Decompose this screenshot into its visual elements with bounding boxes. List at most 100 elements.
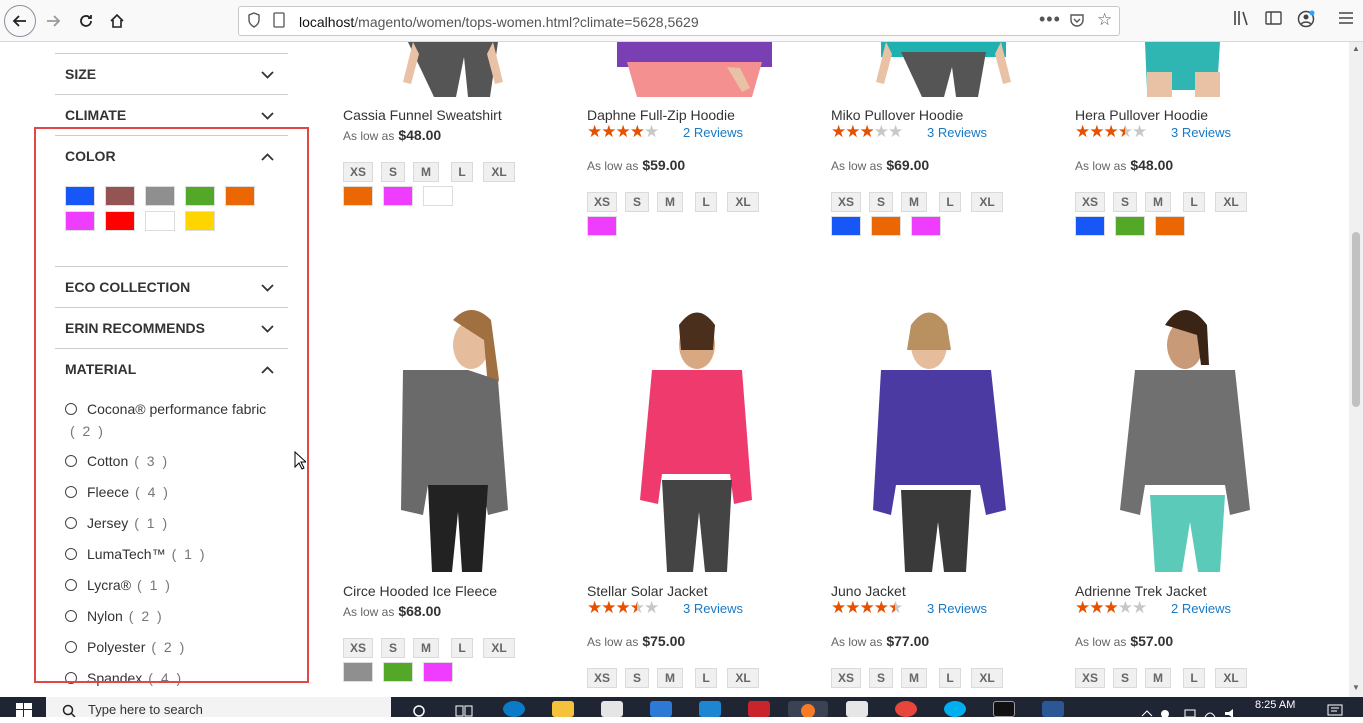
size-option[interactable]: S (869, 192, 893, 212)
home-button[interactable] (102, 6, 132, 36)
product-name[interactable]: Juno Jacket (831, 583, 906, 599)
product-name[interactable]: Miko Pullover Hoodie (831, 107, 963, 123)
product-color-swatch[interactable] (1155, 216, 1185, 236)
product-image-circe[interactable] (343, 310, 565, 572)
size-option[interactable]: XS (343, 162, 373, 182)
size-option[interactable]: XL (971, 668, 1003, 688)
color-swatch[interactable] (145, 211, 175, 231)
pocket-icon[interactable] (1069, 12, 1085, 32)
more-actions-icon[interactable]: ••• (1039, 9, 1061, 30)
material-option[interactable]: LumaTech™( 1 ) (65, 546, 206, 562)
filter-erin-recommends[interactable]: ERIN RECOMMENDS (55, 307, 288, 348)
size-option[interactable]: XS (1075, 192, 1105, 212)
cortana-icon[interactable] (408, 701, 430, 717)
radio-icon[interactable] (65, 403, 77, 415)
material-option[interactable]: Jersey( 1 ) (65, 515, 169, 531)
size-option[interactable]: XS (1075, 668, 1105, 688)
reviews-link[interactable]: 3 Reviews (927, 601, 987, 616)
material-option[interactable]: Polyester( 2 ) (65, 639, 186, 655)
word-icon[interactable] (1042, 701, 1064, 717)
skype-icon[interactable] (944, 701, 966, 717)
product-color-swatch[interactable] (383, 186, 413, 206)
size-option[interactable]: XS (343, 638, 373, 658)
size-option[interactable]: M (657, 668, 683, 688)
size-option[interactable]: M (901, 192, 927, 212)
material-option[interactable]: Cocona® performance fabric (65, 401, 266, 417)
size-option[interactable]: XS (587, 668, 617, 688)
color-swatch[interactable] (145, 186, 175, 206)
product-image-cassia[interactable] (343, 42, 565, 97)
windows-start-icon[interactable] (16, 703, 32, 722)
size-option[interactable]: L (451, 162, 473, 182)
back-button[interactable] (4, 5, 36, 37)
library-icon[interactable] (1233, 10, 1251, 31)
radio-icon[interactable] (65, 455, 77, 467)
size-option[interactable]: L (451, 638, 473, 658)
notifications-icon[interactable] (1327, 703, 1343, 721)
material-option[interactable]: Cotton( 3 ) (65, 453, 169, 469)
reviews-link[interactable]: 3 Reviews (683, 601, 743, 616)
product-color-swatch[interactable] (871, 216, 901, 236)
size-option[interactable]: XL (727, 668, 759, 688)
size-option[interactable]: M (901, 668, 927, 688)
size-option[interactable]: XS (587, 192, 617, 212)
size-option[interactable]: XL (1215, 668, 1247, 688)
size-option[interactable]: L (695, 192, 717, 212)
product-image-adrienne[interactable] (1075, 310, 1297, 572)
product-color-swatch[interactable] (383, 662, 413, 682)
system-tray[interactable] (1140, 705, 1240, 718)
file-explorer-icon[interactable] (552, 701, 574, 717)
product-image-juno[interactable] (831, 310, 1053, 572)
product-color-swatch[interactable] (587, 216, 617, 236)
size-option[interactable]: L (939, 192, 961, 212)
size-option[interactable]: XL (1215, 192, 1247, 212)
radio-icon[interactable] (65, 672, 77, 684)
radio-icon[interactable] (65, 548, 77, 560)
terminal-icon[interactable] (993, 701, 1015, 717)
material-option[interactable]: Lycra®( 1 ) (65, 577, 172, 593)
filter-material[interactable]: MATERIAL (55, 348, 288, 389)
color-swatch[interactable] (65, 186, 95, 206)
mail-icon[interactable] (650, 701, 672, 717)
size-option[interactable]: M (1145, 668, 1171, 688)
task-view-icon[interactable] (453, 701, 475, 717)
color-swatch[interactable] (225, 186, 255, 206)
size-option[interactable]: S (1113, 192, 1137, 212)
chrome-icon[interactable] (895, 701, 917, 717)
material-option[interactable]: Fleece( 4 ) (65, 484, 170, 500)
product-image-daphne[interactable] (587, 42, 809, 97)
size-option[interactable]: M (413, 638, 439, 658)
reviews-link[interactable]: 3 Reviews (927, 125, 987, 140)
store-icon[interactable] (601, 701, 623, 717)
product-color-swatch[interactable] (911, 216, 941, 236)
product-name[interactable]: Cassia Funnel Sweatshirt (343, 107, 502, 123)
product-name[interactable]: Hera Pullover Hoodie (1075, 107, 1208, 123)
size-option[interactable]: XS (831, 192, 861, 212)
product-name[interactable]: Circe Hooded Ice Fleece (343, 583, 497, 599)
product-color-swatch[interactable] (831, 216, 861, 236)
bookmark-star-icon[interactable]: ☆ (1097, 10, 1112, 30)
firefox-icon[interactable] (788, 701, 828, 718)
filter-color[interactable]: COLOR (55, 135, 288, 176)
color-swatch[interactable] (185, 211, 215, 231)
size-option[interactable]: M (413, 162, 439, 182)
radio-icon[interactable] (65, 579, 77, 591)
size-option[interactable]: M (657, 192, 683, 212)
size-option[interactable]: S (625, 192, 649, 212)
size-option[interactable]: M (1145, 192, 1171, 212)
forward-button[interactable] (38, 6, 68, 36)
size-option[interactable]: XL (727, 192, 759, 212)
product-image-miko[interactable] (831, 42, 1053, 97)
size-option[interactable]: S (381, 638, 405, 658)
size-option[interactable]: L (1183, 668, 1205, 688)
size-option[interactable]: L (1183, 192, 1205, 212)
product-color-swatch[interactable] (1075, 216, 1105, 236)
menu-icon[interactable] (1338, 10, 1354, 30)
address-bar[interactable]: localhost/magento/women/tops-women.html?… (238, 6, 1120, 36)
taskbar-app-icon[interactable] (699, 701, 721, 717)
shield-icon[interactable] (247, 12, 261, 32)
page-info-icon[interactable] (273, 12, 285, 32)
filter-size[interactable]: SIZE (55, 53, 288, 94)
radio-icon[interactable] (65, 486, 77, 498)
reviews-link[interactable]: 2 Reviews (1171, 601, 1231, 616)
